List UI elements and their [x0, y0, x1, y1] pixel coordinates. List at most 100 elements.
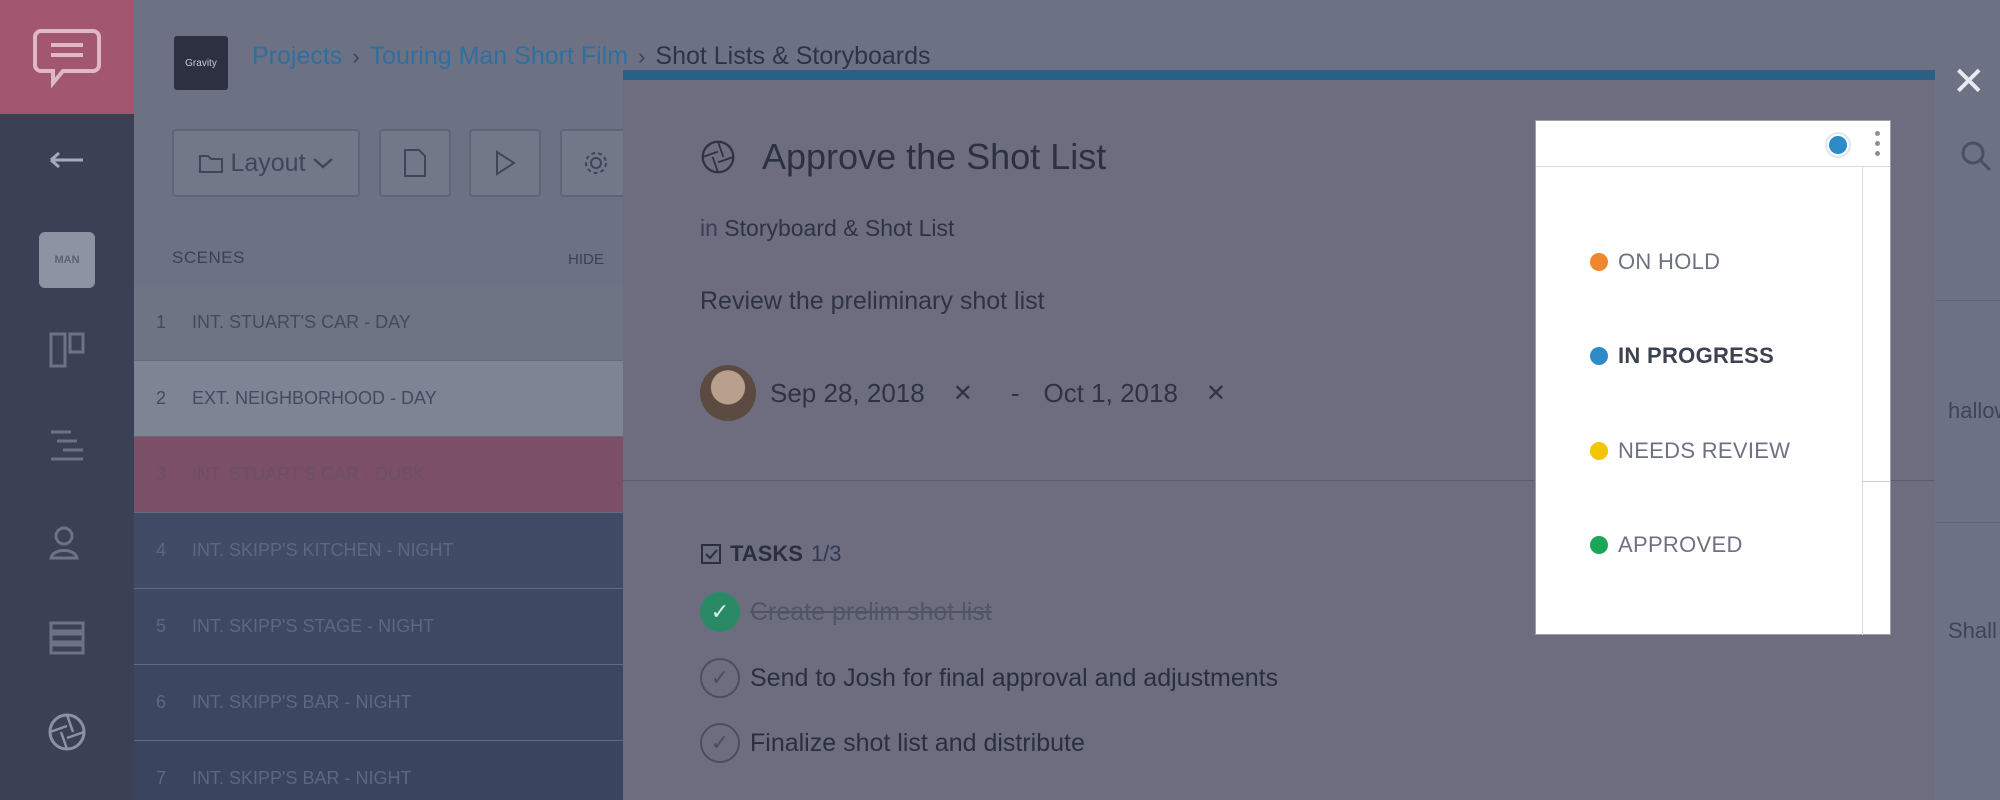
- scene-number: 3: [156, 464, 167, 484]
- scene-name: INT. STUART'S CAR - DAY: [192, 312, 411, 332]
- status-option-needs-review[interactable]: NEEDS REVIEW: [1590, 438, 1790, 464]
- scene-name: INT. STUART'S CAR - DUSK: [192, 464, 426, 484]
- scene-row[interactable]: 5 INT. SKIPP'S STAGE - NIGHT: [134, 589, 624, 665]
- scene-name: INT. SKIPP'S STAGE - NIGHT: [192, 616, 435, 636]
- team-logo[interactable]: Gravity: [174, 36, 228, 90]
- scene-number: 4: [156, 540, 167, 560]
- scene-name: EXT. NEIGHBORHOOD - DAY: [192, 388, 437, 408]
- status-dropdown-header: [1536, 121, 1890, 167]
- play-button[interactable]: [469, 129, 541, 197]
- scene-number: 6: [156, 692, 167, 712]
- scene-number: 1: [156, 312, 167, 332]
- scene-number: 7: [156, 768, 167, 788]
- task-item: ✓ Finalize shot list and distribute: [700, 723, 1085, 763]
- task-description[interactable]: Review the preliminary shot list: [700, 287, 1045, 316]
- checkbox-icon: [701, 544, 721, 564]
- scene-row[interactable]: 7 INT. SKIPP'S BAR - NIGHT: [134, 741, 624, 800]
- task-title[interactable]: Approve the Shot List: [762, 136, 1106, 178]
- search-icon[interactable]: [1960, 140, 1992, 177]
- status-indicator[interactable]: [1825, 132, 1851, 158]
- clear-end-date-icon[interactable]: ✕: [1206, 379, 1226, 408]
- chevron-right-icon: ›: [352, 43, 360, 69]
- list-icon[interactable]: [0, 603, 134, 673]
- project-thumbnail[interactable]: MAN: [0, 225, 134, 295]
- chevron-right-icon: ›: [638, 43, 646, 69]
- divider: [1862, 481, 1890, 482]
- task-text[interactable]: Finalize shot list and distribute: [750, 729, 1085, 758]
- scenes-header: SCENES: [172, 248, 245, 267]
- scene-row-selected[interactable]: 3 INT. STUART'S CAR - DUSK: [134, 437, 624, 513]
- layout-label: Layout: [230, 148, 306, 177]
- breadcrumb-projects[interactable]: Projects: [252, 42, 342, 71]
- back-arrow-icon[interactable]: [0, 125, 134, 195]
- shot-text-fragment: hallow: [1948, 398, 2000, 423]
- scene-name: INT. SKIPP'S KITCHEN - NIGHT: [192, 540, 454, 560]
- document-icon: [404, 149, 426, 177]
- scene-row[interactable]: 6 INT. SKIPP'S BAR - NIGHT: [134, 665, 624, 741]
- settings-button[interactable]: [560, 129, 632, 197]
- check-icon[interactable]: ✓: [700, 592, 740, 632]
- task-text[interactable]: Create prelim shot list: [750, 598, 992, 627]
- task-item: ✓ Send to Josh for final approval and ad…: [700, 658, 1278, 698]
- in-prefix: in: [700, 215, 718, 241]
- status-option-label: IN PROGRESS: [1618, 343, 1775, 368]
- shot-text-fragment: Shall: [1948, 618, 1997, 643]
- people-icon[interactable]: [0, 508, 134, 578]
- task-dates: Sep 28, 2018 ✕ - Oct 1, 2018 ✕: [700, 365, 1264, 421]
- scene-name: INT. SKIPP'S BAR - NIGHT: [192, 692, 412, 712]
- task-title-row: Approve the Shot List: [700, 136, 1106, 178]
- scene-row[interactable]: 4 INT. SKIPP'S KITCHEN - NIGHT: [134, 513, 624, 589]
- status-option-in-progress[interactable]: IN PROGRESS: [1590, 343, 1774, 369]
- chevron-down-icon: [312, 158, 333, 169]
- status-option-label: ON HOLD: [1618, 249, 1721, 274]
- modal-accent-bar: [623, 70, 1935, 80]
- gantt-icon[interactable]: [0, 410, 134, 480]
- status-option-approved[interactable]: APPROVED: [1590, 532, 1743, 558]
- gear-icon: [585, 152, 607, 174]
- status-dot-icon: [1590, 536, 1608, 554]
- end-date[interactable]: Oct 1, 2018: [1043, 378, 1177, 409]
- scene-number: 2: [156, 388, 167, 408]
- status-dot-icon: [1590, 253, 1608, 271]
- hide-scenes-link[interactable]: HIDE: [568, 251, 604, 268]
- clear-start-date-icon[interactable]: ✕: [953, 379, 973, 408]
- more-vertical-icon[interactable]: [1872, 131, 1882, 161]
- aperture-icon[interactable]: [0, 697, 134, 767]
- tasks-count: 1/3: [810, 541, 842, 566]
- breadcrumb-current: Shot Lists & Storyboards: [655, 42, 931, 70]
- status-dot-icon: [1590, 442, 1608, 460]
- status-dot: [1829, 136, 1847, 154]
- check-icon[interactable]: ✓: [700, 723, 740, 763]
- chat-bubble-icon: [33, 29, 101, 89]
- parent-link[interactable]: Storyboard & Shot List: [724, 215, 954, 241]
- board-icon[interactable]: [0, 315, 134, 385]
- task-text[interactable]: Send to Josh for final approval and adju…: [750, 664, 1278, 693]
- status-dropdown: ON HOLD IN PROGRESS NEEDS REVIEW APPROVE…: [1535, 120, 1891, 635]
- date-separator: -: [1010, 377, 1020, 408]
- start-date[interactable]: Sep 28, 2018: [770, 378, 925, 409]
- status-dot-icon: [1590, 347, 1608, 365]
- left-rail: MAN: [0, 0, 134, 800]
- task-parent: in Storyboard & Shot List: [700, 215, 954, 242]
- tasks-label: TASKS: [730, 541, 803, 566]
- status-option-on-hold[interactable]: ON HOLD: [1590, 249, 1720, 275]
- breadcrumb-project[interactable]: Touring Man Short Film: [370, 42, 628, 71]
- avatar[interactable]: [700, 365, 756, 421]
- aperture-icon: [701, 140, 735, 174]
- divider: [1862, 167, 1863, 635]
- check-icon[interactable]: ✓: [700, 658, 740, 698]
- status-option-label: APPROVED: [1618, 532, 1743, 557]
- scene-number: 5: [156, 616, 167, 636]
- app-logo[interactable]: [0, 0, 134, 114]
- play-icon: [496, 150, 516, 176]
- breadcrumb: Projects › Touring Man Short Film › Shot…: [252, 42, 931, 71]
- task-item: ✓ Create prelim shot list: [700, 592, 992, 632]
- pdf-button[interactable]: [379, 129, 451, 197]
- tasks-header: TASKS 1/3: [700, 541, 842, 567]
- folder-icon: [199, 155, 224, 173]
- project-thumb-label: MAN: [39, 232, 95, 288]
- scene-row[interactable]: 1 INT. STUART'S CAR - DAY: [134, 285, 624, 361]
- layout-button[interactable]: Layout: [172, 129, 360, 197]
- scene-row[interactable]: 2 EXT. NEIGHBORHOOD - DAY: [134, 361, 624, 437]
- close-icon[interactable]: ✕: [1952, 62, 1986, 102]
